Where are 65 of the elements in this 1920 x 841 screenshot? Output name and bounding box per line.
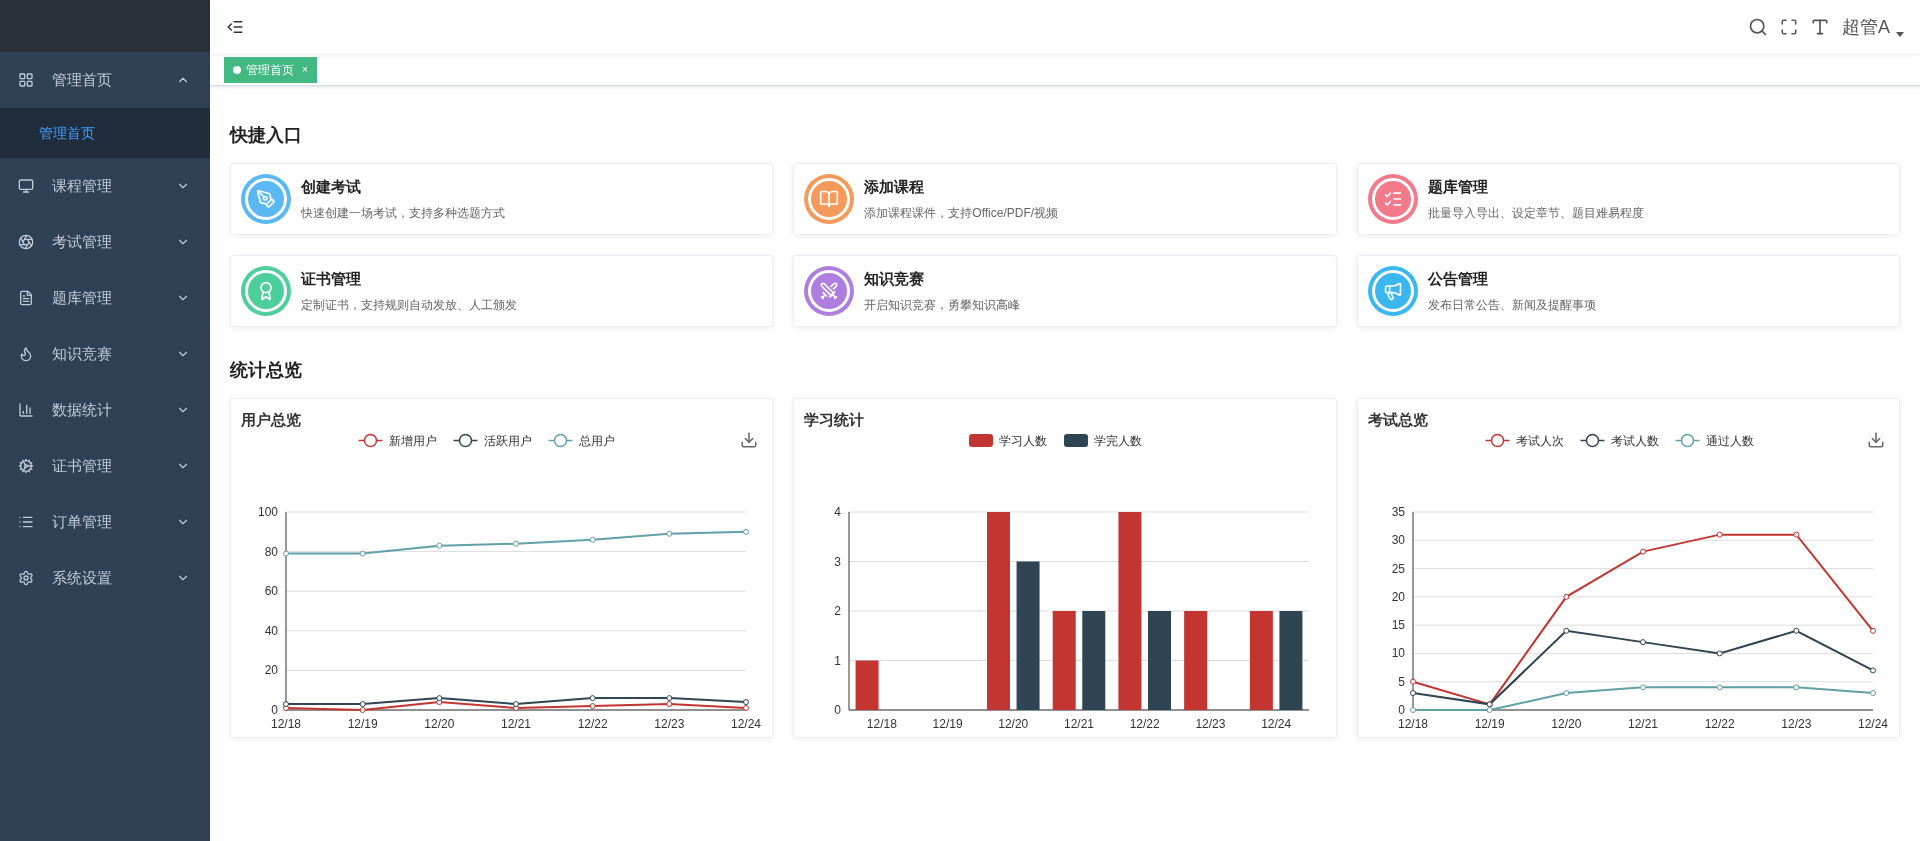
- axis-label: 12/21: [1627, 716, 1658, 731]
- axis-label: 1: [834, 653, 842, 667]
- axis-label: 30: [1391, 532, 1405, 547]
- axis-label: 12/22: [1704, 716, 1735, 731]
- section-title: 统计总览: [230, 359, 303, 382]
- axis-label: 12/24: [1857, 716, 1888, 731]
- axis-label: 0: [271, 702, 278, 717]
- card-description: 发布日常公告、新闻及提醒事项: [1427, 296, 1596, 314]
- card-title: 题库管理: [1427, 177, 1489, 198]
- legend-label: 通过人数: [1705, 433, 1754, 448]
- axis-label: 0: [834, 702, 842, 717]
- card-description: 定制证书，支持规则自动发放、人工颁发: [301, 296, 517, 314]
- axis-label: 25: [1391, 561, 1405, 576]
- axis-label: 12/23: [654, 716, 685, 731]
- axis-label: 12/21: [1064, 716, 1095, 731]
- axis-label: 80: [264, 544, 278, 559]
- axis-label: 12/20: [424, 716, 455, 731]
- axis-label: 20: [264, 662, 278, 677]
- axis-label: 40: [264, 623, 278, 638]
- axis-label: 20: [1391, 589, 1405, 604]
- section-title: 快捷入口: [230, 124, 303, 147]
- axis-label: 10: [1391, 645, 1405, 660]
- card-description: 批量导入导出、设定章节、题目难易程度: [1427, 204, 1644, 222]
- legend-label: 考试人数: [1610, 433, 1659, 448]
- axis-label: 100: [257, 504, 278, 519]
- axis-label: 3: [834, 554, 842, 568]
- axis-label: 2: [834, 603, 842, 618]
- legend-label: 活跃用户: [483, 433, 532, 448]
- axis-label: 12/22: [577, 716, 608, 731]
- legend-label: 考试人次: [1515, 433, 1564, 448]
- card-description: 添加课程课件，支持Office/PDF/视频: [864, 204, 1059, 222]
- card-description: 开启知识竞赛，勇攀知识高峰: [864, 296, 1021, 314]
- card-title: 添加课程: [864, 177, 926, 198]
- axis-label: 60: [264, 583, 278, 598]
- legend-label: 总用户: [577, 433, 615, 448]
- card-description: 快速创建一场考试，支持多种选题方式: [301, 204, 505, 222]
- legend-label: 学习人数: [999, 433, 1048, 448]
- axis-label: 12/18: [867, 716, 898, 731]
- axis-label: 12/18: [1397, 716, 1428, 731]
- axis-label: 35: [1391, 504, 1405, 519]
- axis-label: 12/23: [1195, 716, 1226, 731]
- axis-label: 4: [834, 504, 842, 519]
- axis-label: 12/24: [731, 716, 761, 731]
- chart-title: 考试总览: [1367, 410, 1429, 430]
- axis-label: 12/21: [501, 716, 531, 731]
- axis-label: 0: [1397, 702, 1405, 717]
- axis-label: 12/22: [1130, 716, 1161, 731]
- axis-label: 12/20: [1550, 716, 1581, 731]
- card-title: 证书管理: [301, 269, 362, 290]
- axis-label: 12/24: [1261, 716, 1292, 731]
- axis-label: 12/23: [1780, 716, 1811, 731]
- axis-label: 15: [1391, 617, 1405, 632]
- axis-label: 12/18: [271, 716, 301, 731]
- axis-label: 12/19: [347, 716, 378, 731]
- chart-title: 用户总览: [241, 410, 302, 430]
- legend-label: 学完人数: [1094, 433, 1143, 448]
- axis-label: 12/19: [1474, 716, 1505, 731]
- axis-label: 5: [1397, 674, 1405, 689]
- legend-label: 新增用户: [388, 433, 437, 448]
- card-title: 创建考试: [301, 177, 362, 198]
- axis-label: 12/20: [998, 716, 1029, 731]
- card-title: 知识竞赛: [864, 269, 926, 290]
- axis-label: 12/19: [932, 716, 963, 731]
- chart-title: 学习统计: [804, 410, 866, 430]
- card-title: 公告管理: [1427, 269, 1489, 290]
